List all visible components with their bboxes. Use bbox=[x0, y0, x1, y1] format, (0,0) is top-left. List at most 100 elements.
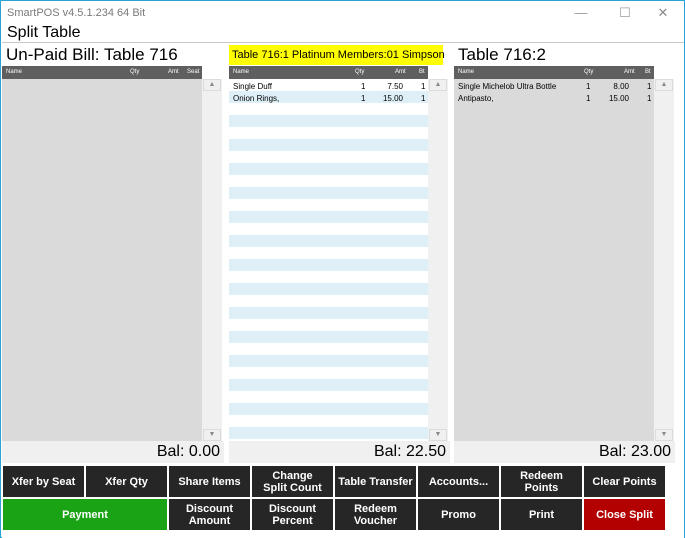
maximize-icon[interactable]: ☐ bbox=[605, 3, 645, 23]
unpaid-bill-list[interactable] bbox=[2, 79, 202, 441]
list-stripe bbox=[229, 379, 428, 391]
page-title: Split Table bbox=[7, 24, 81, 41]
list-stripe bbox=[229, 319, 428, 331]
payment-button[interactable]: Payment bbox=[3, 499, 167, 530]
col-amt: Amt bbox=[624, 69, 635, 75]
item-qty: 1 bbox=[586, 82, 591, 91]
list-stripe bbox=[229, 127, 428, 139]
xfer-by-seat-button[interactable]: Xfer by Seat bbox=[3, 466, 84, 497]
list-item[interactable]: Onion Rings, 1 15.00 1 bbox=[229, 93, 428, 105]
scroll-up-icon[interactable]: ▲ bbox=[203, 79, 221, 91]
item-amt: 7.50 bbox=[387, 82, 403, 91]
item-bt: 1 bbox=[647, 94, 652, 103]
table-transfer-button[interactable]: Table Transfer bbox=[335, 466, 416, 497]
split-1-scrollbar[interactable]: ▲ ▼ bbox=[428, 79, 448, 441]
clear-points-button[interactable]: Clear Points bbox=[584, 466, 665, 497]
list-stripe bbox=[229, 367, 428, 379]
list-stripe bbox=[229, 307, 428, 319]
list-stripe bbox=[229, 415, 428, 427]
list-item[interactable]: Single Duff 1 7.50 1 bbox=[229, 81, 428, 93]
split-1-panel: Table 716:1 Platinum Members:01 Simpson … bbox=[229, 45, 450, 441]
scroll-up-icon[interactable]: ▲ bbox=[655, 79, 673, 91]
item-amt: 15.00 bbox=[382, 94, 403, 103]
title-bar: SmartPOS v4.5.1.234 64 Bit — ☐ ✕ bbox=[1, 1, 684, 23]
col-name: Name bbox=[233, 69, 250, 75]
discount-amount-button[interactable]: Discount Amount bbox=[169, 499, 250, 530]
split-2-balance-bar: Bal: 23.00 bbox=[454, 441, 675, 463]
col-qty: Qty bbox=[355, 69, 365, 75]
list-stripe bbox=[229, 151, 428, 163]
item-qty: 1 bbox=[586, 94, 591, 103]
list-stripe bbox=[229, 175, 428, 187]
scroll-down-icon[interactable]: ▼ bbox=[429, 429, 447, 441]
unpaid-balance: Bal: 0.00 bbox=[156, 443, 220, 460]
list-stripe bbox=[229, 235, 428, 247]
split-1-title: Table 716:1 Platinum Members:01 Simpson bbox=[229, 45, 445, 65]
list-item[interactable]: Antipasto, 1 15.00 1 bbox=[454, 93, 654, 105]
close-icon[interactable]: ✕ bbox=[643, 3, 683, 23]
action-buttons: Xfer by Seat Xfer Qty Share Items Change… bbox=[2, 464, 684, 538]
redeem-voucher-button[interactable]: Redeem Voucher bbox=[335, 499, 416, 530]
list-stripe bbox=[229, 295, 428, 307]
scroll-down-icon[interactable]: ▼ bbox=[655, 429, 673, 441]
split-2-balance: Bal: 23.00 bbox=[598, 443, 671, 460]
list-stripe bbox=[229, 139, 428, 151]
scroll-up-icon[interactable]: ▲ bbox=[429, 79, 447, 91]
page-header: Split Table bbox=[2, 23, 684, 43]
split-2-scrollbar[interactable]: ▲ ▼ bbox=[654, 79, 674, 441]
col-qty: Qty bbox=[130, 69, 140, 75]
scroll-down-icon[interactable]: ▼ bbox=[203, 429, 221, 441]
split-1-balance-bar: Bal: 22.50 bbox=[229, 441, 450, 463]
item-bt: 1 bbox=[421, 82, 426, 91]
col-qty: Qty bbox=[584, 69, 594, 75]
list-stripe bbox=[229, 211, 428, 223]
item-bt: 1 bbox=[647, 82, 652, 91]
list-stripe bbox=[229, 187, 428, 199]
accounts-button[interactable]: Accounts... bbox=[418, 466, 499, 497]
list-stripe bbox=[229, 247, 428, 259]
discount-percent-button[interactable]: Discount Percent bbox=[252, 499, 333, 530]
split-1-column-header: Name Qty Amt Bt bbox=[229, 66, 428, 79]
change-split-count-button[interactable]: Change Split Count bbox=[252, 466, 333, 497]
split-2-panel: Table 716:2 Name Qty Amt Bt Single Miche… bbox=[454, 45, 675, 441]
item-name: Single Michelob Ultra Bottle bbox=[458, 82, 557, 91]
list-stripe bbox=[229, 391, 428, 403]
item-qty: 1 bbox=[361, 94, 366, 103]
unpaid-bill-column-header: Name Qty Amt Seat bbox=[2, 66, 202, 79]
split-2-title: Table 716:2 bbox=[458, 45, 546, 64]
list-stripe bbox=[229, 343, 428, 355]
list-stripe bbox=[229, 283, 428, 295]
item-name: Antipasto, bbox=[458, 94, 494, 103]
split-1-list[interactable]: Single Duff 1 7.50 1 Onion Rings, 1 15.00 1 bbox=[229, 79, 428, 441]
unpaid-bill-scrollbar[interactable]: ▲ ▼ bbox=[202, 79, 222, 441]
split-2-list[interactable]: Single Michelob Ultra Bottle 1 8.00 1 An… bbox=[454, 79, 654, 441]
promo-button[interactable]: Promo bbox=[418, 499, 499, 530]
item-qty: 1 bbox=[361, 82, 366, 91]
list-stripe bbox=[229, 403, 428, 415]
print-button[interactable]: Print bbox=[501, 499, 582, 530]
list-item[interactable]: Single Michelob Ultra Bottle 1 8.00 1 bbox=[454, 81, 654, 93]
col-amt: Amt bbox=[168, 69, 179, 75]
redeem-points-button[interactable]: Redeem Points bbox=[501, 466, 582, 497]
list-stripe bbox=[229, 223, 428, 235]
list-stripe bbox=[229, 163, 428, 175]
xfer-qty-button[interactable]: Xfer Qty bbox=[86, 466, 167, 497]
list-stripe bbox=[229, 259, 428, 271]
unpaid-bill-panel: Un-Paid Bill: Table 716 Name Qty Amt Sea… bbox=[2, 45, 224, 441]
list-stripe bbox=[229, 199, 428, 211]
app-window: SmartPOS v4.5.1.234 64 Bit — ☐ ✕ Split T… bbox=[0, 0, 685, 538]
item-bt: 1 bbox=[421, 94, 426, 103]
item-name: Single Duff bbox=[233, 82, 272, 91]
col-seat: Seat bbox=[187, 69, 200, 75]
item-name: Onion Rings, bbox=[233, 94, 280, 103]
col-name: Name bbox=[458, 69, 475, 75]
split-1-balance: Bal: 22.50 bbox=[373, 443, 446, 460]
unpaid-balance-bar: Bal: 0.00 bbox=[2, 441, 224, 463]
share-items-button[interactable]: Share Items bbox=[169, 466, 250, 497]
col-bt: Bt bbox=[419, 69, 425, 75]
close-split-button[interactable]: Close Split bbox=[584, 499, 665, 530]
list-stripe bbox=[229, 427, 428, 439]
minimize-icon[interactable]: — bbox=[561, 3, 601, 23]
list-stripe bbox=[229, 355, 428, 367]
item-amt: 15.00 bbox=[608, 94, 629, 103]
